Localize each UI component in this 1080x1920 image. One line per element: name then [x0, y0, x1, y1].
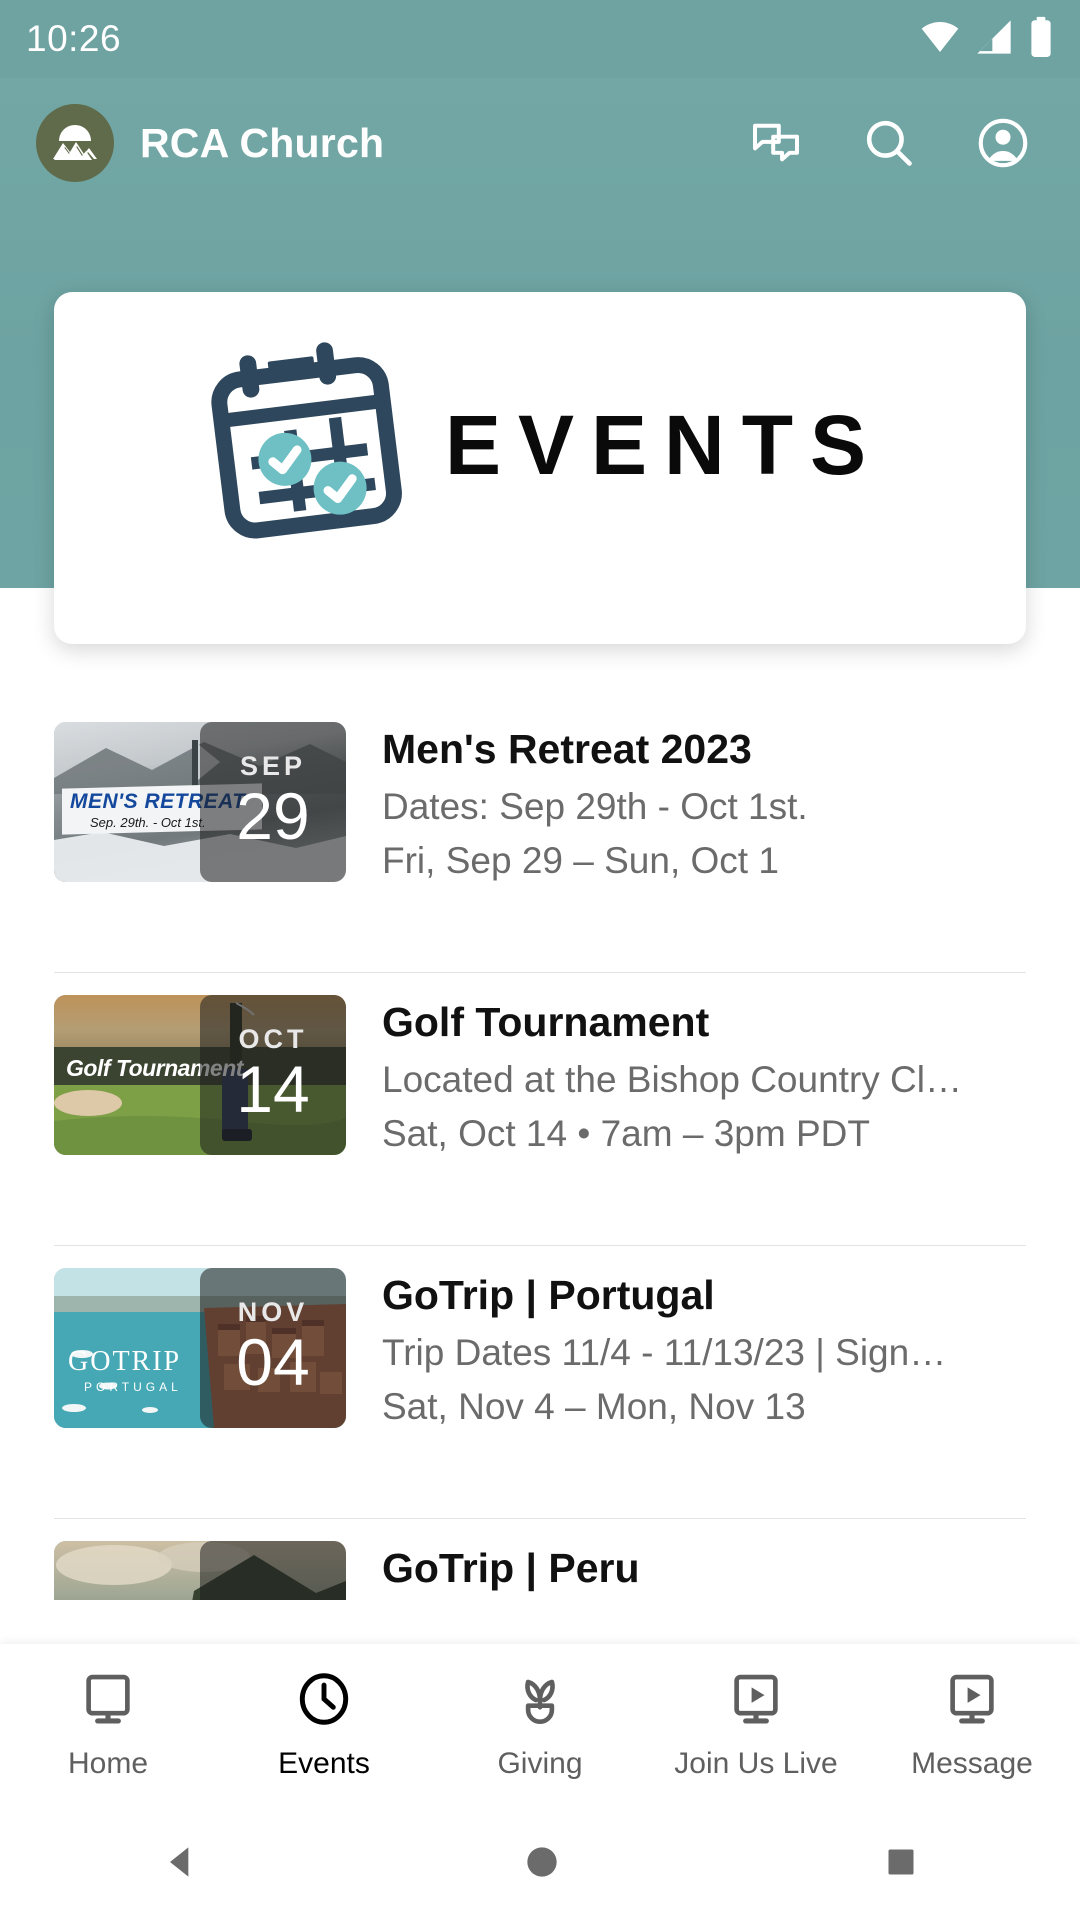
thumbnail-subcaption-text: Sep. 29th. - Oct 1st. — [90, 815, 206, 830]
event-thumbnail: GOTRIP PORTUGAL NOV 04 — [54, 1268, 346, 1428]
event-title: GoTrip | Portugal — [382, 1272, 715, 1318]
nav-item-message[interactable]: Message — [864, 1668, 1080, 1781]
monitor-play-icon — [941, 1668, 1003, 1735]
event-date-badge: OCT 14 — [200, 995, 346, 1155]
search-icon[interactable] — [860, 114, 918, 172]
nav-item-home[interactable]: Home — [0, 1668, 216, 1781]
events-list[interactable]: MEN'S RETREAT Sep. 29th. - Oct 1st. SEP … — [0, 700, 1080, 1600]
event-subtitle: Dates: Sep 29th - Oct 1st. — [382, 786, 808, 828]
back-triangle-icon[interactable] — [159, 1840, 203, 1884]
bottom-navigation: Home Events Giving Join Us Live Message — [0, 1644, 1080, 1804]
calendar-check-icon — [197, 340, 415, 550]
thumbnail-caption-text: GOTRIP — [68, 1346, 182, 1377]
events-banner-card[interactable]: EVENTS — [54, 292, 1026, 644]
status-time: 10:26 — [26, 18, 122, 59]
nav-item-join-us-live[interactable]: Join Us Live — [648, 1668, 864, 1781]
list-item[interactable]: GoTrip | Peru — [0, 1519, 1080, 1600]
event-thumbnail — [54, 1541, 346, 1600]
event-date-badge — [200, 1541, 346, 1600]
date-badge-month: OCT — [238, 1023, 308, 1054]
event-title: GoTrip | Peru — [382, 1545, 640, 1591]
event-when: Fri, Sep 29 – Sun, Oct 1 — [382, 840, 779, 882]
event-text: GoTrip | Peru — [382, 1541, 1026, 1594]
status-bar: 10:26 — [0, 0, 1080, 78]
app-bar-actions — [748, 114, 1044, 172]
event-text: GoTrip | Portugal Trip Dates 11/4 - 11/1… — [382, 1268, 1026, 1432]
cellular-signal-icon — [974, 17, 1014, 62]
event-when: Sat, Nov 4 – Mon, Nov 13 — [382, 1386, 806, 1428]
events-banner-title: EVENTS — [444, 397, 884, 492]
nav-label-home: Home — [67, 1746, 149, 1780]
system-navigation-bar — [0, 1804, 1080, 1920]
event-title: Men's Retreat 2023 — [382, 726, 752, 772]
nav-item-giving[interactable]: Giving — [432, 1668, 648, 1781]
account-icon[interactable] — [974, 114, 1032, 172]
app-title: RCA Church — [140, 119, 385, 166]
date-badge-day: 29 — [236, 778, 310, 853]
clock-icon — [293, 1668, 355, 1735]
monitor-icon — [77, 1668, 139, 1735]
event-thumbnail: MEN'S RETREAT Sep. 29th. - Oct 1st. SEP … — [54, 722, 346, 882]
home-circle-icon[interactable] — [520, 1840, 564, 1884]
thumbnail-subcaption-text: PORTUGAL — [84, 1380, 182, 1394]
nav-item-events[interactable]: Events — [216, 1668, 432, 1781]
recents-square-icon[interactable] — [881, 1842, 921, 1882]
list-item[interactable]: MEN'S RETREAT Sep. 29th. - Oct 1st. SEP … — [0, 700, 1080, 972]
plant-sprout-icon — [509, 1668, 571, 1735]
date-badge-day: 04 — [236, 1324, 310, 1399]
mountain-logo-icon[interactable] — [36, 104, 114, 182]
nav-label-giving: Giving — [497, 1746, 583, 1780]
list-item[interactable]: GOTRIP PORTUGAL NOV 04 GoTrip | Portugal… — [0, 1246, 1080, 1518]
battery-icon — [1028, 16, 1054, 63]
event-text: Men's Retreat 2023 Dates: Sep 29th - Oct… — [382, 722, 1026, 886]
date-badge-month: NOV — [237, 1296, 309, 1327]
wifi-icon — [920, 17, 960, 62]
nav-label-events: Events — [278, 1746, 370, 1780]
nav-label-message: Message — [911, 1746, 1033, 1780]
event-thumbnail: Golf Tournament OCT 14 — [54, 995, 346, 1155]
event-title: Golf Tournament — [382, 999, 710, 1045]
list-item[interactable]: Golf Tournament OCT 14 Golf Tournament L… — [0, 973, 1080, 1245]
date-badge-day: 14 — [236, 1051, 310, 1126]
monitor-play-icon — [725, 1668, 787, 1735]
status-icons — [920, 16, 1054, 63]
event-subtitle: Located at the Bishop Country Cl… — [382, 1059, 962, 1101]
nav-label-join-us-live: Join Us Live — [674, 1746, 838, 1780]
event-date-badge: NOV 04 — [200, 1268, 346, 1428]
event-when: Sat, Oct 14 • 7am – 3pm PDT — [382, 1113, 870, 1155]
event-text: Golf Tournament Located at the Bishop Co… — [382, 995, 1026, 1159]
event-subtitle: Trip Dates 11/4 - 11/13/23 | Sign… — [382, 1332, 947, 1374]
event-date-badge: SEP 29 — [200, 722, 346, 882]
app-bar: RCA Church — [0, 88, 1080, 198]
app-screen: 10:26 RCA Church EVENTS MEN'S RETREAT Se… — [0, 0, 1080, 1920]
events-banner-inner: EVENTS — [197, 340, 883, 550]
chat-icon[interactable] — [748, 115, 804, 171]
date-badge-month: SEP — [239, 750, 307, 781]
